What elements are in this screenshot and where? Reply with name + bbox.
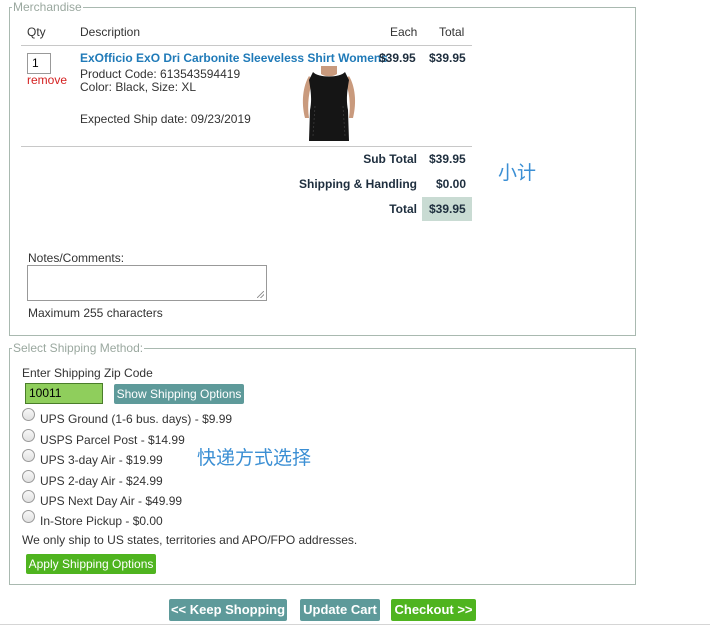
subtotal-label: Sub Total xyxy=(363,152,417,166)
shipping-legend: Select Shipping Method: xyxy=(13,341,144,355)
subtotal-value: $39.95 xyxy=(429,152,466,166)
remove-item-link[interactable]: remove xyxy=(27,73,67,87)
checkout-button[interactable]: Checkout >> xyxy=(391,599,476,621)
product-code: Product Code: 613543594419 xyxy=(80,67,241,81)
column-header-total: Total xyxy=(439,25,465,39)
expected-ship-date: Expected Ship date: 09/23/2019 xyxy=(80,112,251,126)
item-each-price: $39.95 xyxy=(379,51,416,65)
shipping-option-radio[interactable] xyxy=(22,490,35,503)
column-header-each: Each xyxy=(390,25,418,39)
quantity-input[interactable]: 1 xyxy=(27,53,51,74)
zip-label: Enter Shipping Zip Code xyxy=(22,366,153,380)
page-bottom-divider xyxy=(0,624,710,625)
notes-label: Notes/Comments: xyxy=(28,251,125,265)
notes-max-hint: Maximum 255 characters xyxy=(28,306,163,320)
show-shipping-options-button[interactable]: Show Shipping Options xyxy=(114,384,244,404)
shipping-option-label: UPS 3-day Air - $19.99 xyxy=(40,453,163,467)
shipping-option-radio[interactable] xyxy=(22,449,35,462)
total-value: $39.95 xyxy=(429,202,466,216)
apply-shipping-options-button[interactable]: Apply Shipping Options xyxy=(26,554,156,574)
shipping-handling-label: Shipping & Handling xyxy=(299,177,417,191)
column-header-description: Description xyxy=(80,25,141,39)
shipping-option-label: In-Store Pickup - $0.00 xyxy=(40,514,163,528)
notes-textarea[interactable] xyxy=(27,265,267,301)
shipping-method-annotation: 快递方式选择 xyxy=(197,447,312,469)
header-divider xyxy=(21,45,472,46)
zip-code-input[interactable]: 10011 xyxy=(25,383,103,404)
item-divider xyxy=(21,146,472,147)
shipping-option-radio[interactable] xyxy=(22,429,35,442)
resize-grip-icon[interactable] xyxy=(257,291,264,298)
shipping-option-label: UPS Next Day Air - $49.99 xyxy=(40,494,183,508)
product-name-link[interactable]: ExOfficio ExO Dri Carbonite Sleeveless S… xyxy=(80,51,388,65)
keep-shopping-button[interactable]: << Keep Shopping xyxy=(169,599,287,621)
product-color-size: Color: Black, Size: XL xyxy=(80,80,197,94)
shipping-option-radio[interactable] xyxy=(22,408,35,421)
total-label: Total xyxy=(389,202,417,216)
column-header-qty: Qty xyxy=(27,25,46,39)
product-image[interactable] xyxy=(293,66,365,141)
shipping-handling-value: $0.00 xyxy=(436,177,467,191)
update-cart-button[interactable]: Update Cart xyxy=(300,599,380,621)
shipping-restriction-note: We only ship to US states, territories a… xyxy=(22,533,358,547)
shipping-option-label: USPS Parcel Post - $14.99 xyxy=(40,433,185,447)
subtotal-annotation: 小计 xyxy=(498,162,537,184)
shipping-option-radio[interactable] xyxy=(22,510,35,523)
shipping-option-label: UPS Ground (1-6 bus. days) - $9.99 xyxy=(40,412,233,426)
shipping-option-radio[interactable] xyxy=(22,470,35,483)
shipping-option-label: UPS 2-day Air - $24.99 xyxy=(40,474,163,488)
item-total-price: $39.95 xyxy=(429,51,466,65)
merchandise-legend: Merchandise xyxy=(13,0,82,14)
